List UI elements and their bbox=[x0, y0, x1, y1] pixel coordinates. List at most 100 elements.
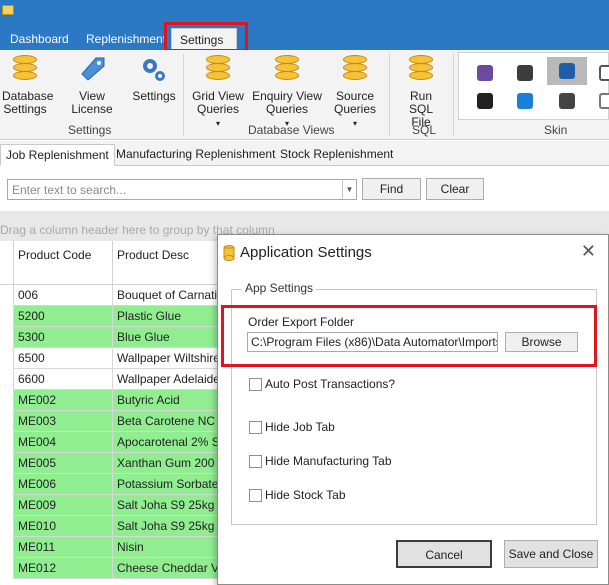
column-header-product-desc[interactable]: Product Desc bbox=[113, 241, 223, 285]
row-indicator bbox=[0, 306, 14, 327]
cell-product-desc[interactable]: Potassium Sorbate 25 bbox=[113, 474, 223, 495]
column-header-product-code[interactable]: Product Code bbox=[14, 241, 113, 285]
auto-post-label: Auto Post Transactions? bbox=[265, 377, 396, 391]
cell-product-desc[interactable]: Bouquet of Carnations bbox=[113, 285, 223, 306]
enquiry-view-queries-button[interactable]: Enquiry View Queries ▾ bbox=[252, 54, 322, 130]
gears-icon bbox=[138, 54, 170, 86]
skin-option-icon[interactable] bbox=[517, 93, 533, 109]
skin-option-icon[interactable] bbox=[559, 93, 575, 109]
cell-product-desc[interactable]: Nisin bbox=[113, 537, 223, 558]
close-icon[interactable]: ✕ bbox=[581, 241, 596, 262]
cell-product-desc[interactable]: Wallpaper Adelaide D bbox=[113, 369, 223, 390]
row-indicator-header bbox=[0, 241, 14, 285]
grid-view-queries-button[interactable]: Grid View Queries ▾ bbox=[191, 54, 245, 130]
cell-product-desc[interactable]: Salt Joha S9 25kg bbox=[113, 495, 223, 516]
tab-replenishment[interactable]: Replenishment bbox=[78, 28, 174, 50]
database-settings-button[interactable]: Database Settings bbox=[0, 54, 53, 116]
cell-product-code[interactable]: 6600 bbox=[14, 369, 113, 390]
row-indicator bbox=[0, 327, 14, 348]
cell-product-code[interactable]: 006 bbox=[14, 285, 113, 306]
cell-product-desc[interactable]: Salt Joha S9 25kg bbox=[113, 516, 223, 537]
clear-button[interactable]: Clear bbox=[426, 178, 484, 200]
group-label-database-views: Database Views bbox=[248, 123, 335, 137]
database-icon bbox=[223, 245, 235, 261]
row-indicator bbox=[0, 474, 14, 495]
source-queries-button[interactable]: Source Queries ▾ bbox=[330, 54, 380, 130]
cell-product-code[interactable]: ME006 bbox=[14, 474, 113, 495]
enquiry-view-queries-label: Enquiry View Queries bbox=[252, 89, 322, 116]
sub-tab-row: Job Replenishment Manufacturing Replenis… bbox=[0, 141, 609, 166]
app-icon bbox=[2, 5, 14, 15]
tab-job-replenishment[interactable]: Job Replenishment bbox=[0, 144, 115, 166]
database-icon bbox=[9, 54, 41, 86]
cell-product-code[interactable]: ME010 bbox=[14, 516, 113, 537]
skin-option-icon[interactable] bbox=[517, 65, 533, 81]
cell-product-desc[interactable]: Blue Glue bbox=[113, 327, 223, 348]
view-license-label: View License bbox=[71, 89, 113, 116]
cell-product-code[interactable]: 6500 bbox=[14, 348, 113, 369]
dropdown-arrow-icon: ▾ bbox=[352, 119, 357, 128]
hide-stock-tab-label: Hide Stock Tab bbox=[265, 488, 346, 502]
cell-product-desc[interactable]: Apocarotenal 2% Sol bbox=[113, 432, 223, 453]
application-settings-dialog: Application Settings ✕ App Settings Orde… bbox=[217, 234, 609, 585]
cell-product-code[interactable]: ME003 bbox=[14, 411, 113, 432]
database-icon bbox=[271, 54, 303, 86]
skin-option-icon[interactable] bbox=[477, 93, 493, 109]
row-indicator bbox=[0, 432, 14, 453]
hide-job-tab-label: Hide Job Tab bbox=[265, 420, 335, 434]
settings-label: Settings bbox=[132, 89, 176, 103]
settings-button[interactable]: Settings bbox=[130, 54, 178, 103]
cell-product-desc[interactable]: Xanthan Gum 200 Me bbox=[113, 453, 223, 474]
cell-product-code[interactable]: 5300 bbox=[14, 327, 113, 348]
group-label-skin: Skin bbox=[544, 123, 568, 137]
ribbon-separator bbox=[183, 54, 184, 136]
tab-stock-replenishment[interactable]: Stock Replenishment bbox=[275, 144, 398, 166]
row-indicator bbox=[0, 516, 14, 537]
search-bar: Enter text to search... ▼ Find Clear bbox=[0, 167, 609, 211]
cell-product-code[interactable]: ME012 bbox=[14, 558, 113, 579]
search-input[interactable]: Enter text to search... bbox=[7, 179, 357, 200]
hide-job-tab-checkbox[interactable] bbox=[249, 421, 262, 434]
cancel-button[interactable]: Cancel bbox=[396, 540, 492, 568]
skin-option-icon[interactable] bbox=[559, 63, 575, 79]
ribbon-separator bbox=[453, 54, 454, 136]
grid-view-queries-label: Grid View Queries bbox=[192, 89, 244, 116]
group-label-settings: Settings bbox=[68, 123, 112, 137]
cell-product-desc[interactable]: Wallpaper Wiltshire H bbox=[113, 348, 223, 369]
tab-dashboard[interactable]: Dashboard bbox=[2, 28, 77, 50]
skin-option-icon[interactable] bbox=[599, 65, 609, 81]
save-and-close-button[interactable]: Save and Close bbox=[504, 540, 598, 568]
view-license-button[interactable]: View License bbox=[58, 54, 126, 116]
cell-product-code[interactable]: ME011 bbox=[14, 537, 113, 558]
row-indicator bbox=[0, 537, 14, 558]
hide-stock-tab-checkbox[interactable] bbox=[249, 489, 262, 502]
cell-product-desc[interactable]: Beta Carotene NC YE bbox=[113, 411, 223, 432]
skin-option-icon[interactable] bbox=[599, 93, 609, 109]
row-indicator bbox=[0, 411, 14, 432]
group-label-sql: SQL bbox=[412, 123, 437, 137]
row-indicator bbox=[0, 369, 14, 390]
skin-option-icon[interactable] bbox=[477, 65, 493, 81]
auto-post-checkbox[interactable] bbox=[249, 378, 262, 391]
skin-gallery bbox=[458, 52, 609, 120]
row-indicator bbox=[0, 348, 14, 369]
find-button[interactable]: Find bbox=[362, 178, 421, 200]
highlight-settings-tab bbox=[164, 22, 248, 52]
cell-product-code[interactable]: ME002 bbox=[14, 390, 113, 411]
cell-product-desc[interactable]: Plastic Glue bbox=[113, 306, 223, 327]
cell-product-code[interactable]: ME004 bbox=[14, 432, 113, 453]
hide-manufacturing-tab-checkbox[interactable] bbox=[249, 455, 262, 468]
hide-manufacturing-tab-label: Hide Manufacturing Tab bbox=[265, 454, 392, 468]
database-icon bbox=[202, 54, 234, 86]
row-indicator bbox=[0, 453, 14, 474]
cell-product-desc[interactable]: Butyric Acid bbox=[113, 390, 223, 411]
run-sql-file-button[interactable]: Run SQL File bbox=[395, 54, 447, 129]
tag-icon bbox=[76, 54, 108, 86]
row-indicator bbox=[0, 285, 14, 306]
cell-product-code[interactable]: ME009 bbox=[14, 495, 113, 516]
search-dropdown-icon[interactable]: ▼ bbox=[342, 180, 356, 199]
tab-manufacturing-replenishment[interactable]: Manufacturing Replenishment bbox=[111, 144, 280, 166]
cell-product-code[interactable]: 5200 bbox=[14, 306, 113, 327]
cell-product-desc[interactable]: Cheese Cheddar Vint bbox=[113, 558, 223, 579]
cell-product-code[interactable]: ME005 bbox=[14, 453, 113, 474]
